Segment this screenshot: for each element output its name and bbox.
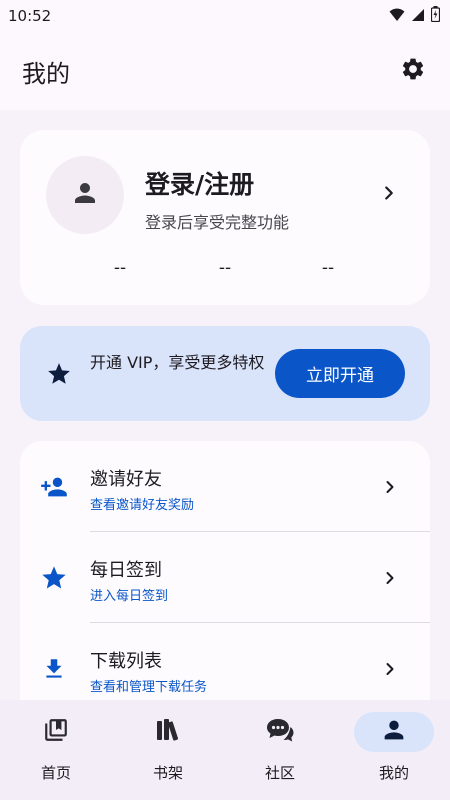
vip-promo-text: 开通 VIP，享受更多特权 xyxy=(90,353,265,372)
menu-item-daily-checkin[interactable]: 每日签到 进入每日签到 xyxy=(20,532,430,623)
status-time: 10:52 xyxy=(8,7,52,25)
library-icon xyxy=(43,717,69,747)
profile-stats: -- -- -- xyxy=(20,258,430,282)
login-subtitle: 登录后享受完整功能 xyxy=(145,213,290,232)
nav-label: 首页 xyxy=(40,764,71,782)
chat-bubbles-icon xyxy=(265,716,295,748)
settings-button[interactable] xyxy=(398,56,428,86)
download-icon xyxy=(40,655,68,683)
nav-item-mine[interactable]: 我的 xyxy=(338,700,450,800)
profile-card[interactable]: 登录/注册 登录后享受完整功能 -- -- -- xyxy=(20,130,430,305)
menu-item-subtitle: 查看邀请好友奖励 xyxy=(90,498,195,513)
chevron-right-icon[interactable] xyxy=(378,182,400,208)
wifi-icon xyxy=(389,7,405,26)
nav-label: 我的 xyxy=(378,764,409,782)
page-title: 我的 xyxy=(22,59,70,88)
nav-indicator xyxy=(128,712,208,752)
nav-item-bookshelf[interactable]: 书架 xyxy=(112,700,224,800)
nav-item-community[interactable]: 社区 xyxy=(224,700,336,800)
bookshelf-icon xyxy=(154,717,182,747)
vip-banner: 开通 VIP，享受更多特权 立即开通 xyxy=(20,326,430,421)
person-icon xyxy=(70,178,100,212)
nav-item-home[interactable]: 首页 xyxy=(0,700,112,800)
nav-label: 书架 xyxy=(152,764,183,782)
avatar[interactable] xyxy=(46,156,124,234)
stat-value: -- xyxy=(321,258,335,278)
top-app-bar: 我的 xyxy=(0,32,450,110)
stat-value: -- xyxy=(218,258,232,278)
status-bar: 10:52 xyxy=(0,0,450,32)
menu-item-invite-friends[interactable]: 邀请好友 查看邀请好友奖励 xyxy=(20,441,430,532)
battery-icon xyxy=(430,6,441,26)
signal-icon xyxy=(411,7,425,26)
menu-item-title: 邀请好友 xyxy=(90,469,162,490)
menu-item-subtitle: 查看和管理下载任务 xyxy=(90,680,208,695)
stat-value: -- xyxy=(113,258,127,278)
gear-icon xyxy=(400,56,426,86)
status-icons xyxy=(389,6,441,26)
person-icon xyxy=(380,716,408,748)
menu-item-title: 下载列表 xyxy=(90,651,162,672)
star-icon xyxy=(46,361,72,391)
chevron-right-icon xyxy=(380,477,400,501)
nav-label: 社区 xyxy=(264,764,295,782)
menu-list: 邀请好友 查看邀请好友奖励 每日签到 进入每日签到 下载列表 查看和管理下载任务 xyxy=(20,441,430,731)
nav-indicator xyxy=(16,712,96,752)
chevron-right-icon xyxy=(380,568,400,592)
bottom-navigation: 首页 书架 社区 我的 xyxy=(0,700,450,800)
menu-item-title: 每日签到 xyxy=(90,560,162,581)
chevron-right-icon xyxy=(380,659,400,683)
login-register-title[interactable]: 登录/注册 xyxy=(145,165,254,201)
person-add-icon xyxy=(40,473,68,501)
star-icon xyxy=(40,564,68,592)
nav-indicator-active xyxy=(354,712,434,752)
activate-vip-button[interactable]: 立即开通 xyxy=(275,349,405,398)
menu-item-subtitle: 进入每日签到 xyxy=(90,589,169,604)
nav-indicator xyxy=(240,712,320,752)
